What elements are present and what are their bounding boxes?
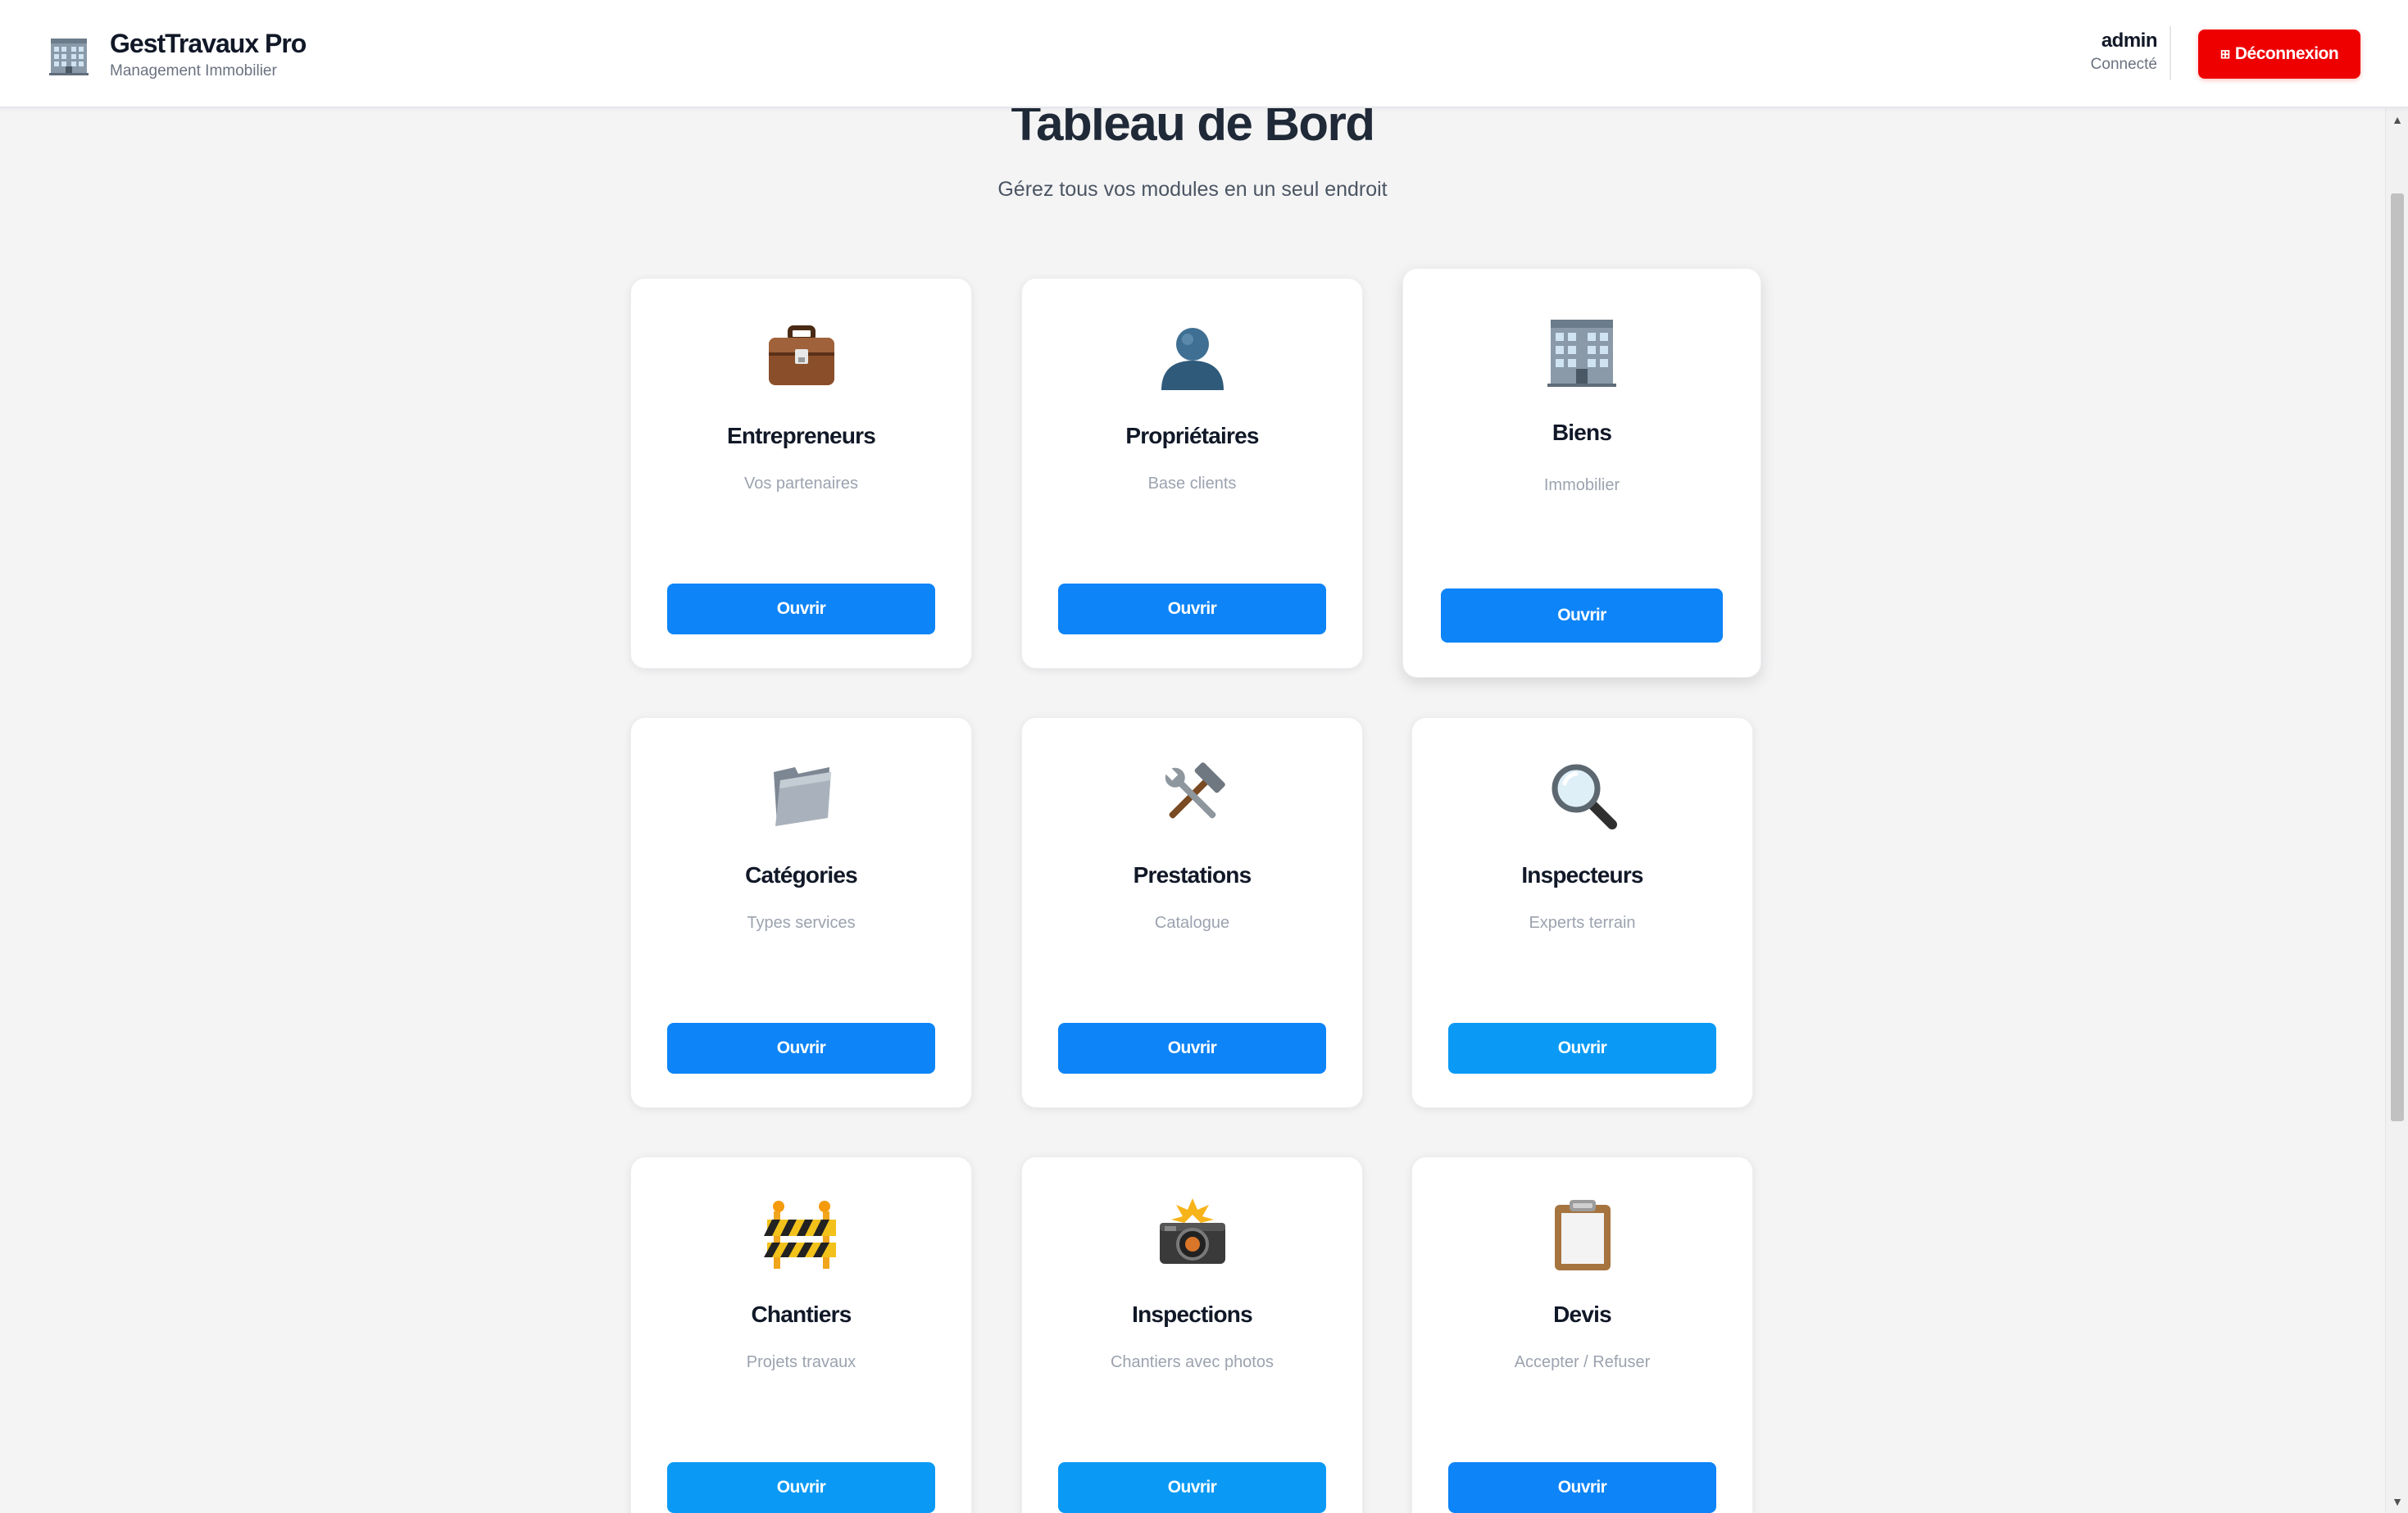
card-title: Catégories: [745, 862, 858, 888]
card-title: Inspecteurs: [1521, 862, 1643, 888]
office-building-icon: [1547, 320, 1616, 387]
module-card-biens: Biens Immobilier Ouvrir: [1402, 268, 1761, 678]
card-subtitle: Types services: [747, 914, 856, 932]
card-subtitle: Chantiers avec photos: [1110, 1353, 1274, 1371]
office-building-icon: [49, 39, 89, 75]
clipboard-icon: [1554, 1200, 1611, 1270]
card-title: Devis: [1553, 1302, 1612, 1327]
hammer-wrench-icon: [1165, 762, 1225, 819]
page-scrollbar[interactable]: ▲ ▼: [2385, 108, 2408, 1513]
module-card-chantiers: Chantiers Projets travaux Ouvrir: [630, 1156, 972, 1513]
open-prestations-button[interactable]: Ouvrir: [1058, 1023, 1326, 1074]
module-card-inspecteurs: Inspecteurs Experts terrain Ouvrir: [1411, 717, 1753, 1108]
scrollbar-thumb[interactable]: [2391, 193, 2404, 1121]
open-proprietaires-button[interactable]: Ouvrir: [1058, 584, 1326, 634]
open-entrepreneurs-button[interactable]: Ouvrir: [667, 584, 935, 634]
open-devis-button[interactable]: Ouvrir: [1448, 1462, 1716, 1513]
module-card-proprietaires: Propriétaires Base clients Ouvrir: [1021, 278, 1363, 669]
open-categories-button[interactable]: Ouvrir: [667, 1023, 935, 1074]
module-card-devis: Devis Accepter / Refuser Ouvrir: [1411, 1156, 1753, 1513]
camera-flash-icon: [1159, 1198, 1225, 1264]
card-title: Biens: [1552, 420, 1612, 445]
scroll-up-arrow-icon[interactable]: ▲: [2386, 110, 2408, 129]
header-divider: [2169, 26, 2171, 80]
app-subtitle: Management Immobilier: [110, 62, 277, 80]
person-silhouette-icon: [1161, 328, 1224, 390]
module-card-inspections: Inspections Chantiers avec photos Ouvrir: [1021, 1156, 1363, 1513]
card-subtitle: Vos partenaires: [744, 475, 858, 493]
app-header: GestTravaux Pro Management Immobilier ad…: [0, 0, 2408, 108]
logout-label: Déconnexion: [2234, 44, 2339, 63]
card-subtitle: Immobilier: [1543, 476, 1620, 494]
card-title: Entrepreneurs: [727, 423, 876, 448]
scroll-down-arrow-icon[interactable]: ▼: [2386, 1492, 2408, 1511]
card-title: Chantiers: [751, 1302, 852, 1327]
module-card-entrepreneurs: Entrepreneurs Vos partenaires Ouvrir: [630, 278, 972, 669]
user-info: admin Connecté: [2090, 28, 2158, 75]
card-subtitle: Accepter / Refuser: [1514, 1353, 1651, 1371]
logout-icon: ⊞: [2219, 48, 2231, 61]
open-chantiers-button[interactable]: Ouvrir: [667, 1462, 935, 1513]
card-subtitle: Catalogue: [1154, 914, 1230, 932]
user-status: Connecté: [2090, 56, 2157, 73]
card-title: Inspections: [1132, 1302, 1253, 1327]
folder-icon: [773, 767, 831, 826]
logout-button[interactable]: ⊞ Déconnexion: [2198, 30, 2360, 79]
app-title: GestTravaux Pro: [110, 29, 307, 58]
card-subtitle: Experts terrain: [1529, 914, 1636, 932]
module-card-prestations: Prestations Catalogue Ouvrir: [1021, 717, 1363, 1108]
brand[interactable]: GestTravaux Pro Management Immobilier: [46, 28, 307, 82]
card-title: Prestations: [1133, 862, 1252, 888]
open-biens-button[interactable]: Ouvrir: [1441, 588, 1723, 643]
card-title: Propriétaires: [1125, 423, 1259, 448]
briefcase-icon: [768, 325, 834, 385]
card-subtitle: Projets travaux: [746, 1353, 856, 1371]
magnifying-glass-icon: [1552, 764, 1617, 829]
construction-barrier-icon: [763, 1201, 836, 1269]
page-subtitle: Gérez tous vos modules en un seul endroi…: [997, 178, 1388, 201]
user-name: admin: [2101, 30, 2158, 52]
card-subtitle: Base clients: [1147, 475, 1237, 493]
module-card-categories: Catégories Types services Ouvrir: [630, 717, 972, 1108]
open-inspecteurs-button[interactable]: Ouvrir: [1448, 1023, 1716, 1074]
open-inspections-button[interactable]: Ouvrir: [1058, 1462, 1326, 1513]
